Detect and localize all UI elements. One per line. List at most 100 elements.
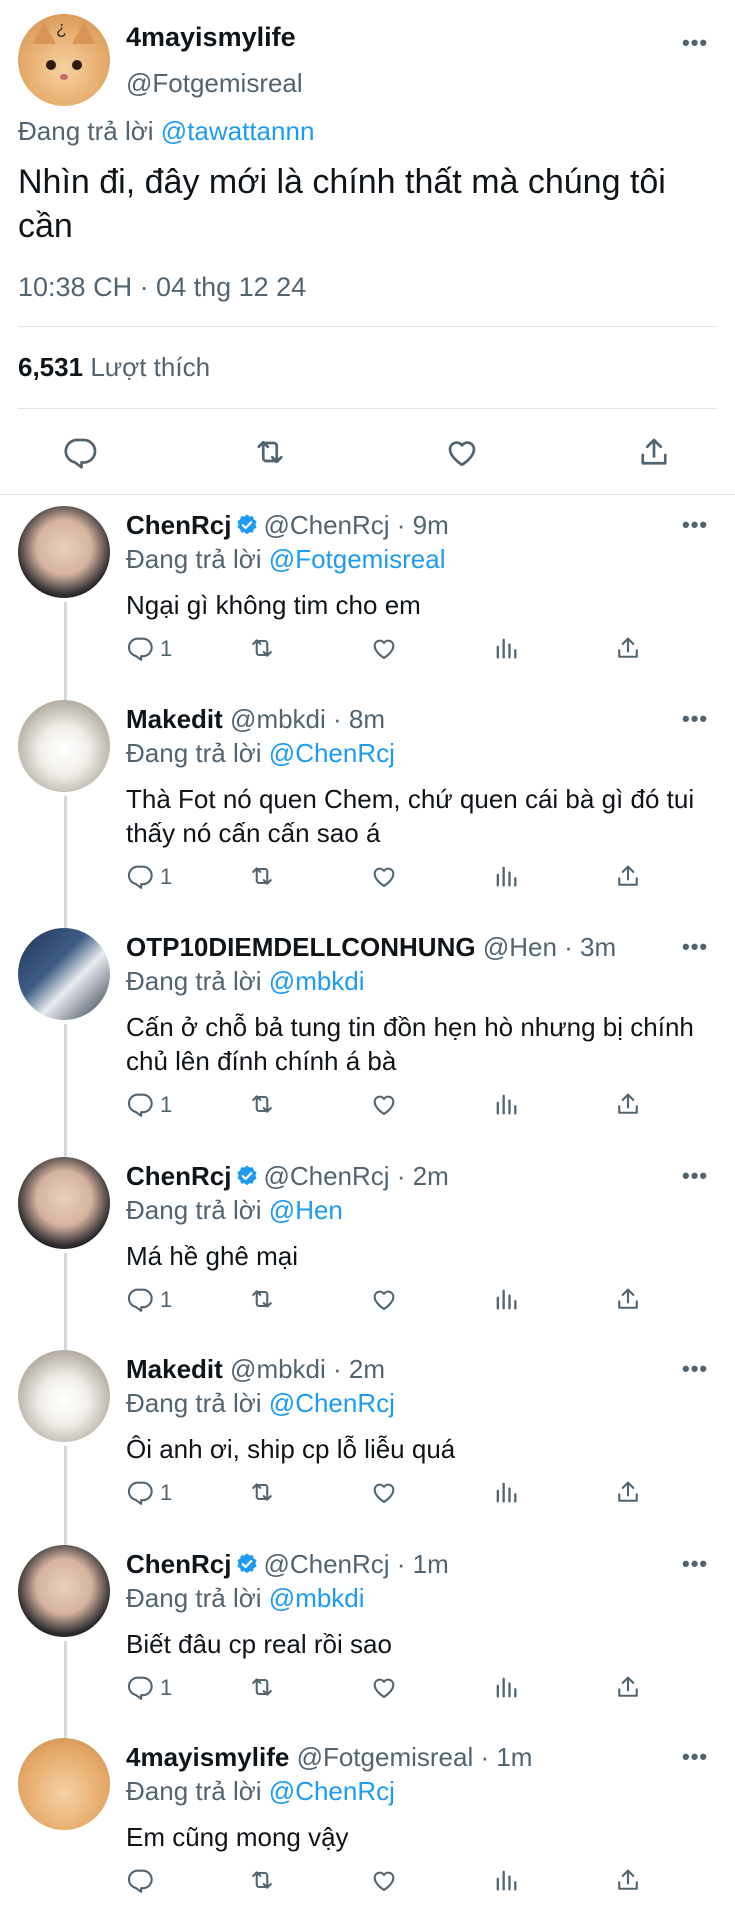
replying-to-mention[interactable]: @tawattannn — [161, 116, 315, 146]
replying-to-mention[interactable]: @mbkdi — [269, 966, 365, 996]
more-icon[interactable]: ••• — [682, 30, 708, 56]
heart-icon[interactable] — [370, 1090, 398, 1118]
replying-to-label: Đang trả lời — [126, 1388, 262, 1418]
reply-author-name[interactable]: ChenRcj — [126, 1161, 231, 1191]
replying-to-mention[interactable]: @Fotgemisreal — [269, 544, 446, 574]
cat-ear — [72, 22, 96, 44]
heart-icon[interactable] — [444, 434, 480, 470]
cat-nose — [60, 74, 68, 80]
share-icon[interactable] — [614, 1090, 642, 1118]
retweet-icon[interactable] — [248, 1866, 276, 1894]
replying-to: Đang trả lời @tawattannn — [18, 116, 314, 147]
heart-icon[interactable] — [370, 1673, 398, 1701]
reply-icon[interactable] — [126, 1478, 154, 1506]
analytics-icon[interactable] — [492, 1866, 520, 1894]
section-divider — [0, 494, 735, 495]
heart-icon[interactable] — [370, 862, 398, 890]
reply-author-name[interactable]: ChenRcj — [126, 510, 231, 540]
retweet-icon[interactable] — [248, 1673, 276, 1701]
more-icon[interactable]: ••• — [682, 1744, 708, 1770]
reply-author-name[interactable]: 4mayismylife — [126, 1742, 289, 1772]
retweet-icon[interactable] — [248, 1090, 276, 1118]
analytics-icon[interactable] — [492, 1478, 520, 1506]
author-name[interactable]: 4mayismylife — [126, 22, 296, 53]
author-handle[interactable]: @Fotgemisreal — [126, 68, 303, 99]
replying-to-mention[interactable]: @mbkdi — [269, 1583, 365, 1613]
share-icon[interactable] — [614, 1478, 642, 1506]
replying-to-mention[interactable]: @ChenRcj — [269, 1388, 395, 1418]
reply-header: ChenRcj @ChenRcj · 1m — [126, 1549, 449, 1580]
reply-icon[interactable] — [126, 1090, 154, 1118]
likes-stat[interactable]: 6,531 Lượt thích — [18, 352, 210, 383]
reply-icon[interactable] — [62, 434, 98, 470]
reply-avatar[interactable] — [18, 506, 110, 598]
share-icon[interactable] — [614, 1285, 642, 1313]
reply-avatar[interactable] — [18, 928, 110, 1020]
retweet-icon[interactable] — [248, 1478, 276, 1506]
share-icon[interactable] — [614, 862, 642, 890]
reply-avatar[interactable] — [18, 1545, 110, 1637]
share-icon[interactable] — [614, 1866, 642, 1894]
reply-handle-time[interactable]: @ChenRcj · 1m — [263, 1549, 448, 1579]
reply-header: ChenRcj @ChenRcj · 2m — [126, 1161, 449, 1192]
more-icon[interactable]: ••• — [682, 706, 708, 732]
heart-icon[interactable] — [370, 634, 398, 662]
retweet-icon[interactable] — [248, 634, 276, 662]
analytics-icon[interactable] — [492, 1090, 520, 1118]
more-icon[interactable]: ••• — [682, 1163, 708, 1189]
reply-count: 1 — [160, 1092, 173, 1117]
reply-avatar[interactable] — [18, 700, 110, 792]
more-icon[interactable]: ••• — [682, 1356, 708, 1382]
tweet-text: Nhìn đi, đây mới là chính thất mà chúng … — [18, 163, 666, 245]
analytics-icon[interactable] — [492, 1673, 520, 1701]
author-avatar[interactable]: ¿ — [18, 14, 110, 106]
share-icon[interactable] — [614, 634, 642, 662]
reply-avatar[interactable] — [18, 1350, 110, 1442]
reply-text: Thà Fot nó quen Chem, chứ quen cái bà gì… — [126, 784, 695, 848]
analytics-icon[interactable] — [492, 862, 520, 890]
reply-avatar[interactable] — [18, 1157, 110, 1249]
reply-handle-time[interactable]: @mbkdi · 2m — [230, 1354, 385, 1384]
reply-header: Makedit @mbkdi · 8m — [126, 704, 385, 735]
more-icon[interactable]: ••• — [682, 512, 708, 538]
more-icon[interactable]: ••• — [682, 934, 708, 960]
reply-handle-time[interactable]: @ChenRcj · 2m — [263, 1161, 448, 1191]
replying-to: Đang trả lời @ChenRcj — [126, 1388, 395, 1419]
reply-handle-time[interactable]: @ChenRcj · 9m — [263, 510, 448, 540]
reply-icon[interactable] — [126, 1866, 154, 1894]
heart-icon[interactable] — [370, 1478, 398, 1506]
reply-handle-time[interactable]: @mbkdi · 8m — [230, 704, 385, 734]
replying-to-mention[interactable]: @ChenRcj — [269, 738, 395, 768]
verified-badge-icon — [235, 1552, 259, 1576]
reply-avatar[interactable] — [18, 1738, 110, 1830]
reply-author-name[interactable]: Makedit — [126, 704, 223, 734]
share-icon[interactable] — [614, 1673, 642, 1701]
retweet-icon[interactable] — [248, 1285, 276, 1313]
retweet-icon[interactable] — [248, 862, 276, 890]
analytics-icon[interactable] — [492, 634, 520, 662]
replying-to-mention[interactable]: @Hen — [269, 1195, 343, 1225]
reply-count: 1 — [160, 864, 173, 889]
reply-icon[interactable] — [126, 862, 154, 890]
replying-to-mention[interactable]: @ChenRcj — [269, 1776, 395, 1806]
cat-eye — [46, 60, 56, 70]
share-icon[interactable] — [636, 434, 672, 470]
reply-header: ChenRcj @ChenRcj · 9m — [126, 510, 449, 541]
reply-handle-time[interactable]: @Hen · 3m — [483, 932, 616, 962]
reply-icon[interactable] — [126, 634, 154, 662]
reply-author-name[interactable]: Makedit — [126, 1354, 223, 1384]
reply-author-name[interactable]: OTP10DIEMDELLCONHUNG — [126, 932, 476, 962]
cat-ear — [32, 22, 56, 44]
more-icon[interactable]: ••• — [682, 1551, 708, 1577]
heart-icon[interactable] — [370, 1866, 398, 1894]
verified-badge-icon — [235, 513, 259, 537]
reply-text: Biết đâu cp real rồi sao — [126, 1629, 392, 1659]
analytics-icon[interactable] — [492, 1285, 520, 1313]
reply-icon[interactable] — [126, 1673, 154, 1701]
heart-icon[interactable] — [370, 1285, 398, 1313]
reply-handle-time[interactable]: @Fotgemisreal · 1m — [297, 1742, 533, 1772]
tweet-timestamp[interactable]: 10:38 CH · 04 thg 12 24 — [18, 272, 306, 303]
reply-author-name[interactable]: ChenRcj — [126, 1549, 231, 1579]
reply-icon[interactable] — [126, 1285, 154, 1313]
retweet-icon[interactable] — [252, 434, 288, 470]
